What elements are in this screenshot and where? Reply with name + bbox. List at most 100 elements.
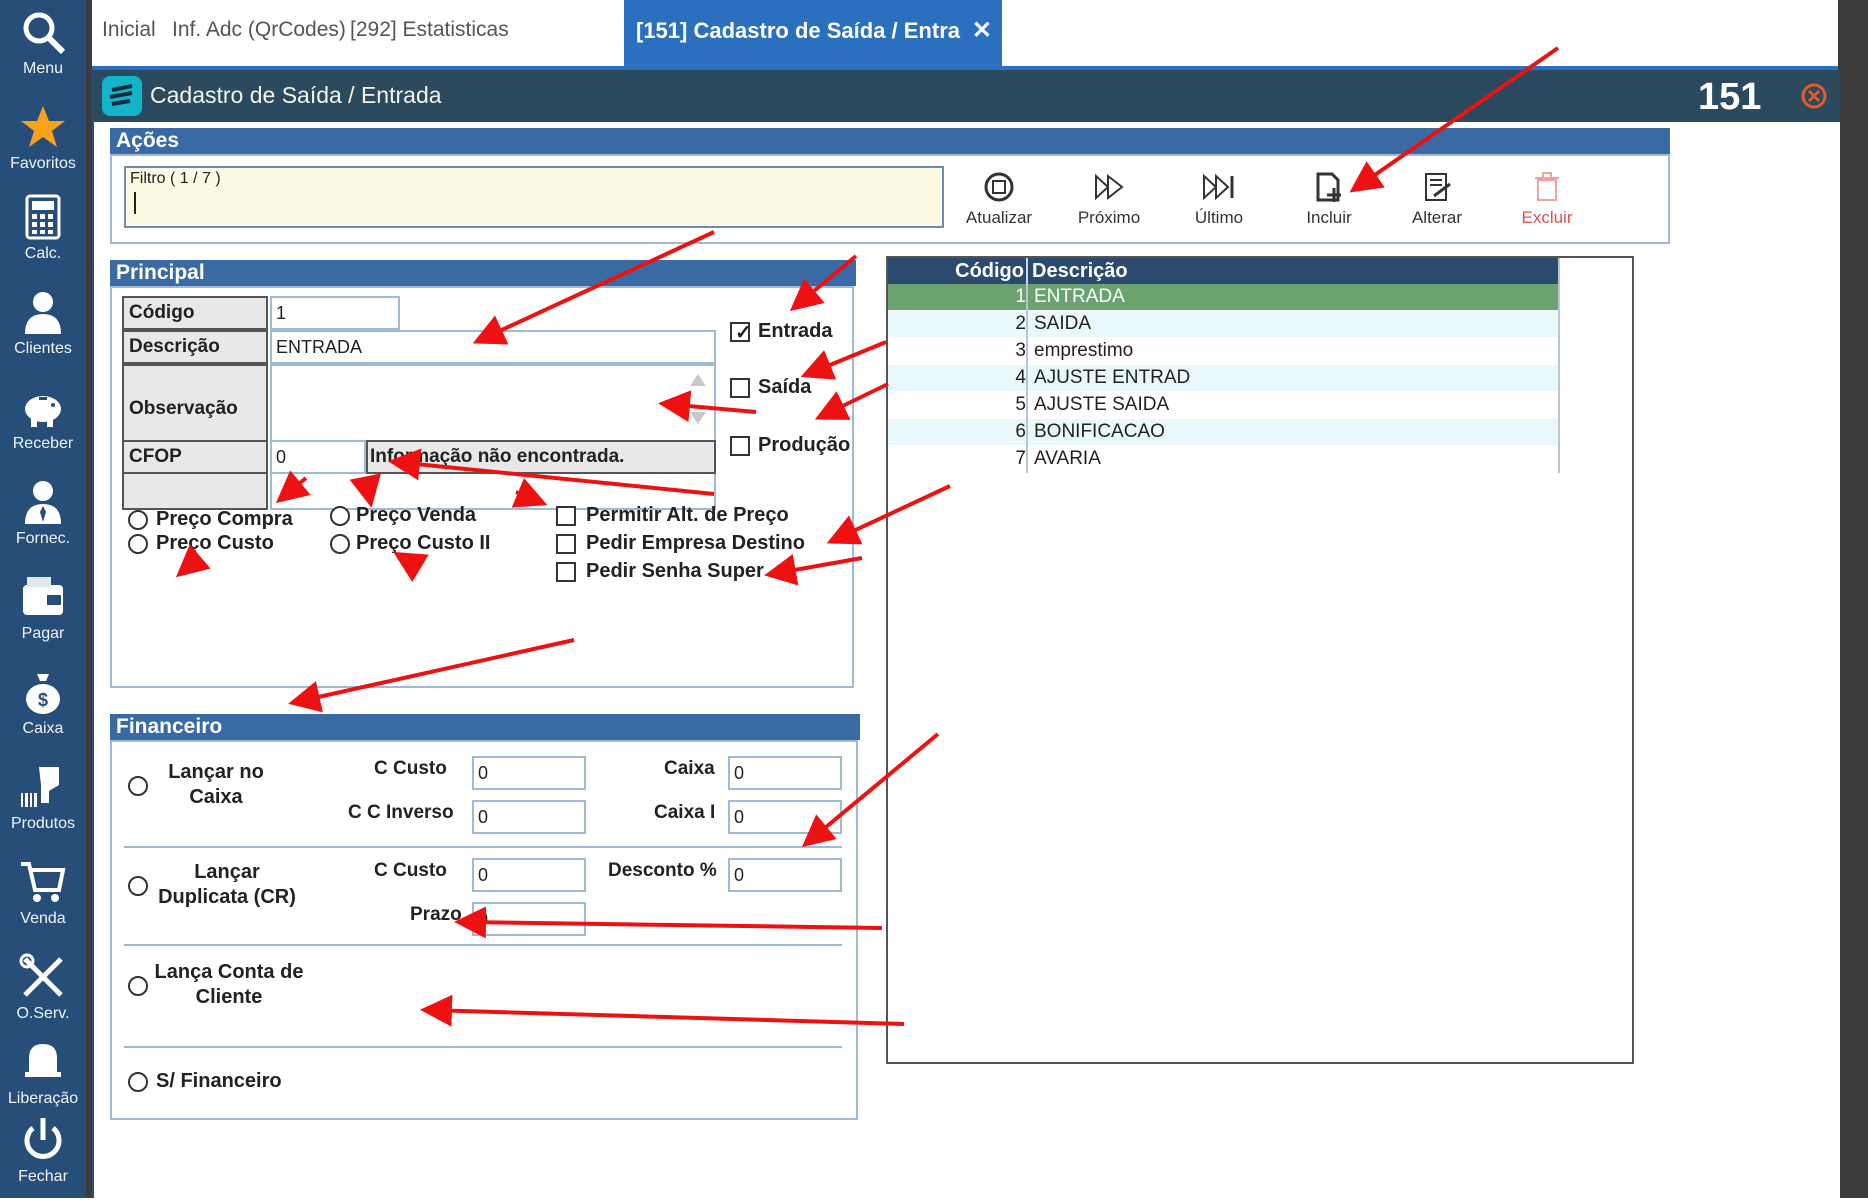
observacao-textarea[interactable]	[270, 364, 716, 510]
tab-bar: Inicial Inf. Adc (QrCodes) [292] Estatis…	[92, 0, 1838, 68]
lancar-caixa-radio[interactable]	[128, 776, 148, 796]
codigo-label: Código	[122, 296, 268, 330]
sidebar-item-clientes[interactable]: Clientes	[0, 280, 86, 372]
supplier-icon	[25, 481, 61, 524]
sem-financeiro-radio[interactable]	[128, 1072, 148, 1092]
last-icon	[1203, 173, 1234, 201]
close-tab-icon[interactable]: ✕	[972, 16, 992, 45]
cfop-label: CFOP	[122, 440, 268, 474]
sidebar-item-caixa[interactable]: $ Caixa	[0, 660, 86, 752]
preco-venda-radio[interactable]	[330, 506, 350, 526]
incluir-button[interactable]: Incluir	[1284, 170, 1374, 228]
caixa-label: Caixa	[664, 758, 715, 779]
col-descricao-header[interactable]: Descrição	[1032, 258, 1128, 284]
star-icon	[21, 106, 65, 147]
sidebar-item-fechar[interactable]: Fechar	[0, 1108, 86, 1200]
c-custo-input[interactable]: 0	[472, 756, 586, 790]
tools-icon	[19, 953, 63, 997]
financeiro-separator	[124, 1046, 842, 1048]
sidebar-item-venda[interactable]: Venda	[0, 850, 86, 942]
lanca-conta-cliente-radio[interactable]	[128, 976, 148, 996]
window-number: 151	[1698, 76, 1762, 118]
frame-right-edge	[1838, 0, 1868, 1198]
lanca-conta-cliente-label: Lança Conta de Cliente	[154, 961, 304, 1008]
financeiro-separator	[124, 944, 842, 946]
records-grid[interactable]: Código Descrição 1 ENTRADA 2 SAIDA 3 empres…	[886, 256, 1634, 1064]
preco-custo-radio[interactable]	[128, 534, 148, 554]
ultimo-button[interactable]: Último	[1174, 170, 1264, 228]
check-icon: ✓	[735, 322, 752, 344]
tab-cadastro-saida-entrada[interactable]: [151] Cadastro de Saída / Entra ✕	[624, 0, 1002, 68]
sem-financeiro-label: S/ Financeiro	[156, 1070, 282, 1092]
c-custo-label: C Custo	[374, 758, 447, 779]
table-row[interactable]: 1 ENTRADA	[888, 284, 1558, 310]
entrada-label: Entrada	[758, 320, 833, 342]
calculator-icon	[25, 194, 61, 240]
permitir-alt-preco-checkbox[interactable]	[556, 506, 576, 526]
user-icon	[25, 292, 61, 334]
refresh-icon	[984, 172, 1014, 202]
pedir-empresa-destino-checkbox[interactable]	[556, 534, 576, 554]
search-icon	[23, 12, 66, 55]
preco-custo-label: Preço Custo	[156, 532, 274, 554]
caixa-input[interactable]: 0	[728, 756, 842, 790]
table-row[interactable]: 3 emprestimo	[888, 338, 1558, 364]
lancar-duplicata-label: Lançar Duplicata (CR)	[158, 861, 296, 908]
sidebar-item-calc[interactable]: Calc.	[0, 185, 86, 277]
sidebar-item-oserv[interactable]: O.Serv.	[0, 945, 86, 1037]
lancar-duplicata-radio[interactable]	[128, 876, 148, 896]
tab-inf-adc[interactable]: Inf. Adc (QrCodes)	[172, 18, 346, 42]
close-window-icon[interactable]	[1800, 82, 1828, 110]
table-row[interactable]: 4 AJUSTE ENTRAD	[888, 365, 1558, 391]
atualizar-button[interactable]: Atualizar	[954, 170, 1044, 228]
sidebar-item-menu[interactable]: Menu	[0, 0, 86, 92]
acoes-header: Ações	[110, 128, 1670, 154]
preco-custo-ii-label: Preço Custo II	[356, 532, 491, 554]
c-custo2-input[interactable]: 0	[472, 858, 586, 892]
grid-header: Código Descrição	[888, 258, 1558, 284]
alterar-button[interactable]: Alterar	[1392, 170, 1482, 228]
descricao-input[interactable]: ENTRADA	[270, 330, 716, 364]
filter-input[interactable]: Filtro ( 1 / 7 )	[124, 166, 944, 228]
caixa-i-input[interactable]: 0	[728, 800, 842, 834]
bell-icon	[25, 1044, 61, 1077]
next-icon	[1095, 173, 1124, 201]
tab-estatisticas[interactable]: [292] Estatisticas	[350, 18, 509, 42]
pedir-empresa-destino-label: Pedir Empresa Destino	[586, 532, 805, 554]
codigo-input[interactable]: 1	[270, 296, 400, 330]
cfop-input[interactable]: 0	[270, 440, 366, 474]
table-row[interactable]: 6 BONIFICACAO	[888, 419, 1558, 445]
table-row[interactable]: 5 AJUSTE SAIDA	[888, 392, 1558, 418]
permitir-alt-preco-label: Permitir Alt. de Preço	[586, 504, 789, 526]
sidebar-item-favoritos[interactable]: Favoritos	[0, 95, 86, 187]
saida-checkbox[interactable]	[730, 378, 750, 398]
producao-checkbox[interactable]	[730, 436, 750, 456]
preco-compra-radio[interactable]	[128, 510, 148, 530]
pedir-senha-super-checkbox[interactable]	[556, 562, 576, 582]
desconto-label: Desconto %	[608, 860, 717, 881]
sidebar-item-fornec[interactable]: Fornec.	[0, 470, 86, 562]
sidebar-item-produtos[interactable]: Produtos	[0, 755, 86, 847]
excluir-button[interactable]: Excluir	[1502, 170, 1592, 228]
scroll-up-icon[interactable]	[690, 374, 706, 386]
saida-label: Saída	[758, 376, 812, 398]
main-window: Cadastro de Saída / Entrada 151 Ações Fi…	[92, 70, 1840, 1198]
sidebar-item-pagar[interactable]: Pagar	[0, 565, 86, 657]
preco-venda-label: Preço Venda	[356, 504, 477, 526]
desconto-input[interactable]: 0	[728, 858, 842, 892]
table-row[interactable]: 2 SAIDA	[888, 311, 1558, 337]
preco-custo-ii-radio[interactable]	[330, 534, 350, 554]
trash-icon	[1535, 172, 1559, 201]
sidebar-item-receber[interactable]: Receber	[0, 375, 86, 467]
prazo-input[interactable]: 0	[472, 902, 586, 936]
table-row[interactable]: 7 AVARIA	[888, 446, 1558, 472]
edit-icon	[1425, 173, 1451, 201]
tab-inicial[interactable]: Inicial	[102, 18, 156, 42]
pedir-senha-super-label: Pedir Senha Super	[586, 560, 764, 582]
scroll-down-icon[interactable]	[690, 412, 706, 424]
entrada-checkbox[interactable]: ✓	[730, 322, 752, 344]
col-codigo-header[interactable]: Código	[888, 258, 1024, 284]
proximo-button[interactable]: Próximo	[1064, 170, 1154, 228]
cc-inverso-input[interactable]: 0	[472, 800, 586, 834]
barcode-scanner-icon	[21, 767, 59, 807]
